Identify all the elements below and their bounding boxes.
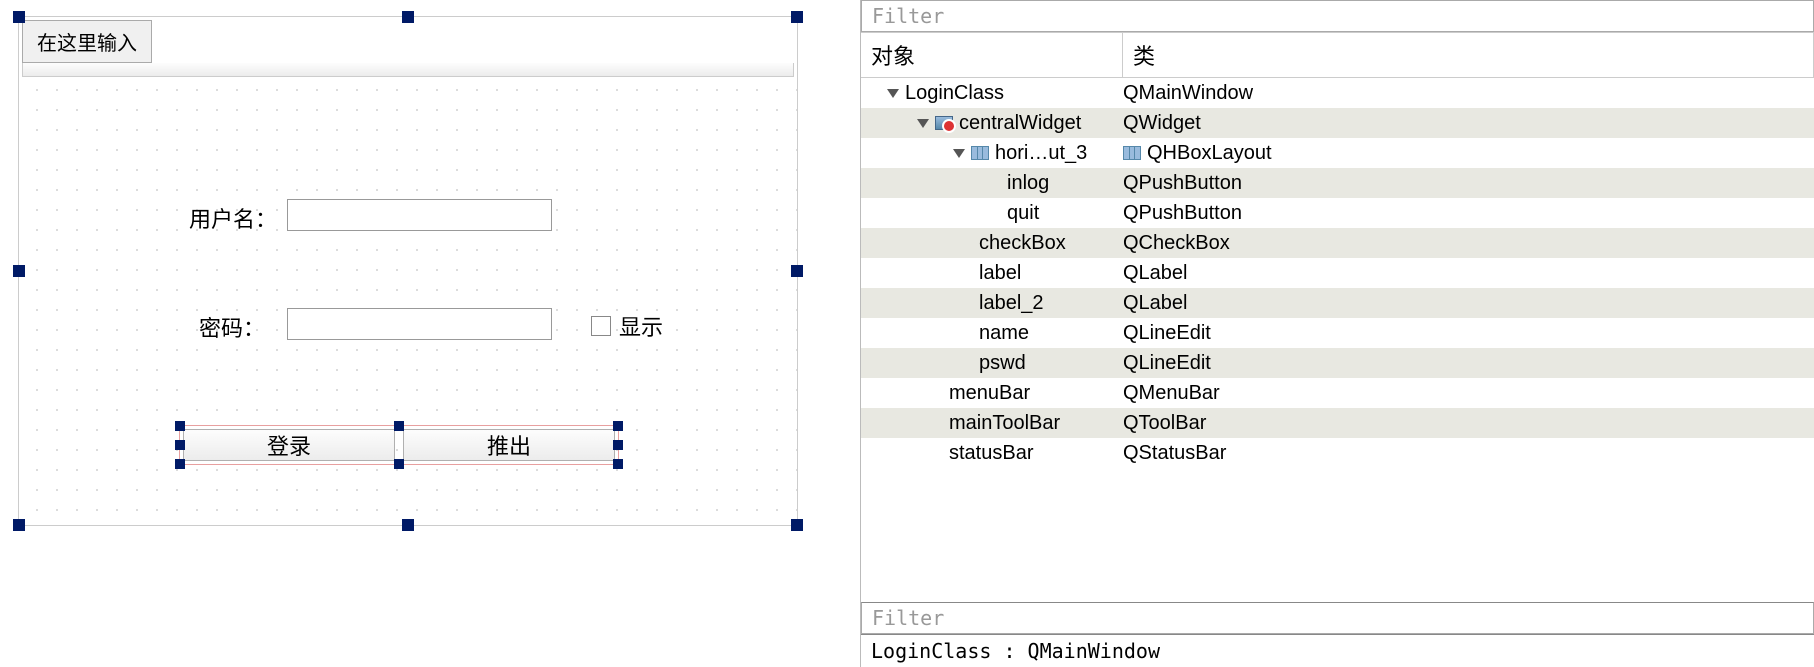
layout-handle-sw[interactable] [175, 459, 185, 469]
login-button[interactable]: 登录 [183, 429, 395, 461]
tree-header: 对象 类 [861, 33, 1814, 78]
widget-forbidden-icon [935, 116, 953, 130]
quit-button[interactable]: 推出 [403, 429, 615, 461]
resize-handle-e[interactable] [791, 265, 803, 277]
show-password-checkbox[interactable]: 显示 [591, 310, 663, 342]
resize-handle-s[interactable] [402, 519, 414, 531]
object-name: menuBar [949, 382, 1030, 405]
tree-row[interactable]: centralWidget QWidget [861, 108, 1814, 138]
object-tree: 对象 类 LoginClass QMainWindow centralWidget Q… [861, 32, 1814, 602]
class-name: QWidget [1123, 112, 1201, 135]
object-name: name [979, 322, 1029, 345]
class-name: QPushButton [1123, 172, 1242, 195]
resize-handle-n[interactable] [402, 11, 414, 23]
layout-handle-n[interactable] [394, 421, 404, 431]
tree-row[interactable]: mainToolBar QToolBar [861, 408, 1814, 438]
object-name: LoginClass [905, 82, 1004, 105]
tree-row[interactable]: pswd QLineEdit [861, 348, 1814, 378]
layout-handle-w[interactable] [175, 440, 185, 450]
resize-handle-nw[interactable] [13, 11, 25, 23]
form-canvas[interactable]: 在这里输入 用户名： 密码： 显示 登录 推出 [18, 16, 798, 526]
tree-row[interactable]: menuBar QMenuBar [861, 378, 1814, 408]
show-password-label: 显示 [619, 310, 663, 342]
tree-row[interactable]: label QLabel [861, 258, 1814, 288]
header-class[interactable]: 类 [1123, 33, 1814, 77]
object-name: statusBar [949, 442, 1033, 465]
class-name: QMainWindow [1123, 82, 1253, 105]
object-name: mainToolBar [949, 412, 1060, 435]
username-label: 用户名： [189, 202, 277, 234]
object-name: label [979, 262, 1021, 285]
class-name: QHBoxLayout [1147, 142, 1272, 165]
class-name: QLabel [1123, 262, 1188, 285]
class-name: QLabel [1123, 292, 1188, 315]
class-name: QToolBar [1123, 412, 1206, 435]
layout-handle-se[interactable] [613, 459, 623, 469]
object-filter-input[interactable]: Filter [861, 0, 1814, 32]
tree-row[interactable]: hori…ut_3 QHBoxLayout [861, 138, 1814, 168]
resize-handle-ne[interactable] [791, 11, 803, 23]
class-name: QLineEdit [1123, 352, 1211, 375]
layout-handle-e[interactable] [613, 440, 623, 450]
layout-handle-nw[interactable] [175, 421, 185, 431]
tree-row[interactable]: quit QPushButton [861, 198, 1814, 228]
resize-handle-se[interactable] [791, 519, 803, 531]
object-name: checkBox [979, 232, 1066, 255]
class-name: QLineEdit [1123, 322, 1211, 345]
expander-icon[interactable] [953, 149, 965, 158]
header-object[interactable]: 对象 [861, 33, 1123, 77]
tree-row[interactable]: statusBar QStatusBar [861, 438, 1814, 468]
button-row-layout[interactable]: 登录 推出 [179, 425, 619, 465]
hbox-layout-icon [1123, 146, 1141, 160]
property-status-line: LoginClass : QMainWindow [861, 634, 1814, 667]
property-filter-input[interactable]: Filter [861, 602, 1814, 634]
tab-widget: 在这里输入 [22, 20, 794, 66]
resize-handle-w[interactable] [13, 265, 25, 277]
layout-handle-ne[interactable] [613, 421, 623, 431]
class-name: QStatusBar [1123, 442, 1226, 465]
username-input[interactable] [287, 199, 552, 231]
tree-row[interactable]: name QLineEdit [861, 318, 1814, 348]
inspector-panel: Filter 对象 类 LoginClass QMainWindow central… [860, 0, 1814, 667]
object-name: quit [1007, 202, 1039, 225]
password-input[interactable] [287, 308, 552, 340]
hbox-layout-icon [971, 146, 989, 160]
tree-row[interactable]: label_2 QLabel [861, 288, 1814, 318]
tree-body: LoginClass QMainWindow centralWidget QWidge… [861, 78, 1814, 468]
tree-row[interactable]: inlog QPushButton [861, 168, 1814, 198]
object-name: centralWidget [959, 112, 1081, 135]
class-name: QPushButton [1123, 202, 1242, 225]
object-name: pswd [979, 352, 1026, 375]
tree-row[interactable]: LoginClass QMainWindow [861, 78, 1814, 108]
layout-handle-s[interactable] [394, 459, 404, 469]
checkbox-box-icon [591, 316, 611, 336]
tree-row[interactable]: checkBox QCheckBox [861, 228, 1814, 258]
resize-handle-sw[interactable] [13, 519, 25, 531]
object-name: hori…ut_3 [995, 142, 1087, 165]
object-name: label_2 [979, 292, 1044, 315]
object-name: inlog [1007, 172, 1049, 195]
expander-icon[interactable] [917, 119, 929, 128]
menu-bar-strip[interactable] [22, 63, 794, 77]
class-name: QCheckBox [1123, 232, 1230, 255]
expander-icon[interactable] [887, 89, 899, 98]
password-label: 密码： [199, 311, 265, 343]
designer-panel: 在这里输入 用户名： 密码： 显示 登录 推出 [0, 0, 860, 667]
class-name: QMenuBar [1123, 382, 1220, 405]
tab-header[interactable]: 在这里输入 [22, 20, 152, 63]
